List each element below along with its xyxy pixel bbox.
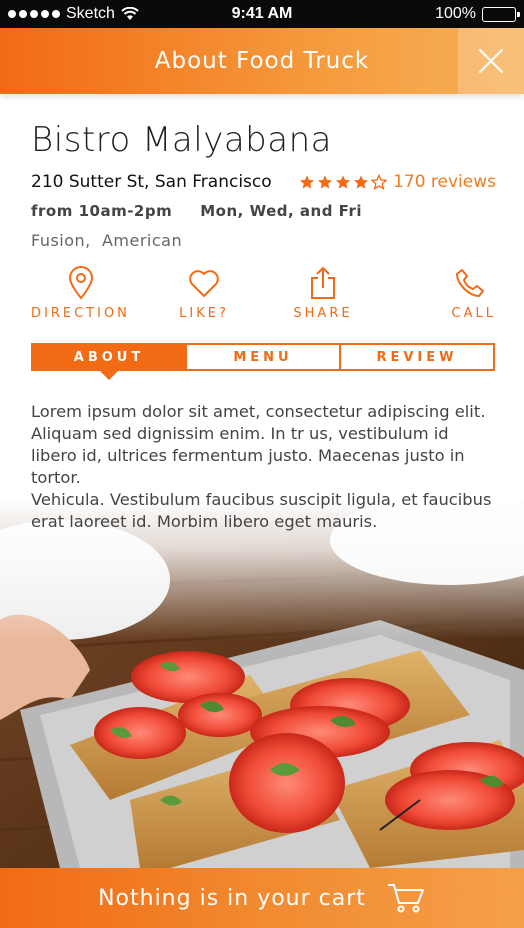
close-button[interactable]: [458, 28, 524, 94]
tab-review[interactable]: REVIEW: [341, 343, 495, 371]
share-icon: [311, 266, 335, 299]
call-button[interactable]: CALL: [388, 266, 496, 321]
battery-percent: 100%: [435, 5, 476, 22]
battery-icon: [482, 6, 520, 22]
cart-message: Nothing is in your cart: [98, 885, 366, 911]
truck-days: Mon, Wed, and Fri: [200, 202, 363, 220]
tab-menu[interactable]: MENU: [187, 343, 341, 371]
signal-dots-icon: [8, 10, 60, 18]
food-photo: [0, 500, 524, 868]
about-description: Lorem ipsum dolor sit amet, consectetur …: [31, 401, 496, 533]
call-label: CALL: [451, 306, 496, 321]
address-rating-row: 210 Sutter St, San Francisco 170 reviews: [31, 172, 496, 192]
carrier-label: Sketch: [66, 5, 115, 22]
status-bar: Sketch 9:41 AM 100%: [0, 0, 524, 28]
star-outline-icon: [371, 174, 388, 190]
truck-address: 210 Sutter St, San Francisco: [31, 172, 272, 192]
cart-bar[interactable]: Nothing is in your cart: [0, 868, 524, 928]
direction-label: DIRECTION: [31, 306, 130, 321]
hours-row: from 10am-2pm Mon, Wed, and Fri: [31, 202, 496, 220]
truck-name: Bistro Malyabana: [31, 120, 332, 160]
truck-details: Bistro Malyabana 210 Sutter St, San Fran…: [31, 94, 496, 533]
wifi-icon: [121, 7, 139, 20]
like-label: LIKE?: [179, 306, 229, 321]
detail-tabs: ABOUT MENU REVIEW: [31, 343, 495, 380]
cart-icon: [387, 884, 424, 913]
like-button[interactable]: LIKE?: [150, 266, 258, 321]
header: About Food Truck: [0, 28, 524, 94]
reviews-link[interactable]: 170 reviews: [393, 172, 496, 192]
star-filled-icon: [354, 175, 369, 189]
share-label: SHARE: [293, 306, 353, 321]
location-pin-icon: [68, 266, 94, 300]
heart-icon: [189, 270, 219, 297]
close-icon: [479, 49, 503, 73]
tab-about[interactable]: ABOUT: [31, 343, 187, 380]
truck-hours: from 10am-2pm: [31, 202, 173, 220]
about-paragraph-2: Vehicula. Vestibulum faucibus suscipit l…: [31, 490, 492, 531]
share-button[interactable]: SHARE: [269, 266, 377, 321]
status-right: 100%: [435, 5, 520, 23]
rating-stars: [299, 174, 388, 190]
rating[interactable]: 170 reviews: [299, 172, 496, 192]
star-filled-icon: [336, 175, 351, 189]
truck-cuisine: Fusion, American: [31, 231, 183, 250]
status-left: Sketch: [8, 5, 139, 23]
page-title: About Food Truck: [154, 48, 370, 74]
direction-button[interactable]: DIRECTION: [31, 266, 139, 321]
about-paragraph-1: Lorem ipsum dolor sit amet, consectetur …: [31, 402, 486, 487]
phone-icon: [456, 269, 484, 297]
action-bar: DIRECTION LIKE? SHARE CALL: [31, 266, 496, 321]
star-filled-icon: [300, 175, 315, 189]
star-filled-icon: [318, 175, 333, 189]
